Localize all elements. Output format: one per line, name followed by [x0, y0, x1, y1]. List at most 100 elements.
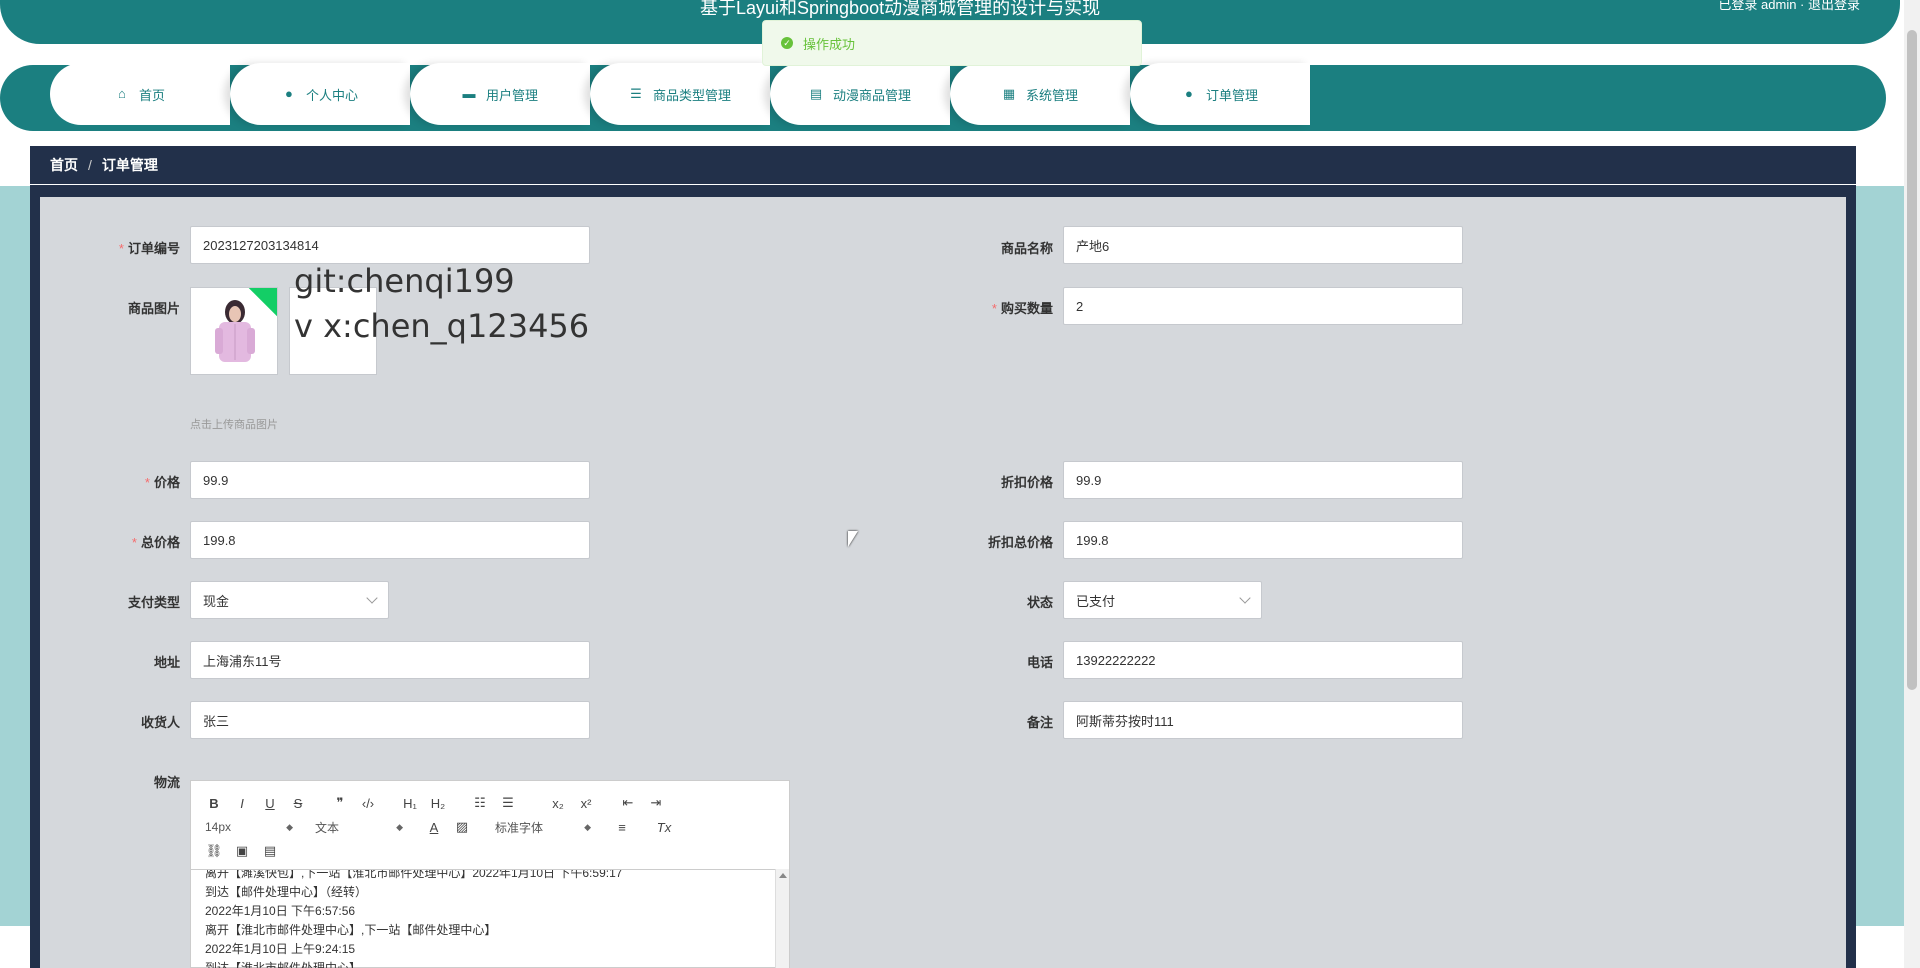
- nav-item-home[interactable]: ⌂ 首页: [50, 63, 230, 125]
- home-icon: ⌂: [118, 86, 126, 101]
- main-nav: ⌂ 首页 ● 个人中心 ▬ 用户管理 ☰ 商品类型管理 ▤ 动漫商品管理 ▦ 系统管理 ● 订…: [50, 63, 1310, 125]
- nav-label: 系统管理: [1025, 87, 1078, 103]
- mouse-cursor-icon: [848, 531, 858, 547]
- clipboard-icon: ▤: [809, 86, 823, 101]
- nav-item-profile[interactable]: ● 个人中心: [230, 63, 410, 125]
- total-price-label: * 总价格: [131, 535, 180, 550]
- chevron-down-icon: [366, 592, 378, 604]
- editor-line: 离开【濉溪快包】,下一站【淮北市邮件处理中心】2022年1月10日 下午6:59…: [205, 869, 623, 880]
- product-name-input[interactable]: 产地6: [1063, 226, 1463, 264]
- bullet-list-icon[interactable]: ☰: [499, 795, 517, 811]
- jacket-image: [215, 300, 255, 362]
- editor-line: 到达【淮北市邮件处理中心】: [205, 961, 362, 968]
- logistics-label: 物流: [153, 775, 180, 790]
- quantity-input[interactable]: 2: [1063, 287, 1463, 325]
- discount-price-input[interactable]: 99.9: [1063, 461, 1463, 499]
- ordered-list-icon[interactable]: ☷: [471, 795, 489, 811]
- outdent-icon[interactable]: ⇤: [619, 795, 637, 811]
- pay-type-value: 现金: [203, 593, 230, 609]
- upload-hint: 点击上传商品图片: [190, 419, 278, 431]
- underline-icon[interactable]: U: [261, 796, 279, 811]
- align-icon[interactable]: ≡: [613, 820, 631, 835]
- success-toast: ✓ 操作成功: [762, 20, 1142, 66]
- bold-icon[interactable]: B: [205, 796, 223, 811]
- price-label: * 价格: [144, 475, 180, 490]
- toast-message: 操作成功: [803, 36, 856, 52]
- receiver-label: 收货人: [140, 715, 180, 730]
- watermark-line-2: v x:chen_q123456: [294, 307, 590, 345]
- background-color-icon[interactable]: ▨: [453, 819, 471, 835]
- video-icon[interactable]: ▤: [261, 843, 279, 859]
- product-image-thumbnail[interactable]: [190, 287, 278, 375]
- product-name-label: 商品名称: [1000, 241, 1053, 256]
- nav-label: 用户管理: [485, 87, 538, 103]
- logistics-rich-editor: B I U S ❞ ‹/› H₁ H₂ ☷ ☰ x₂ x² ⇤ ⇥ 14px ◆ …: [190, 780, 790, 968]
- receiver-input[interactable]: 张三: [190, 701, 590, 739]
- breadcrumb-home[interactable]: 首页: [50, 155, 78, 175]
- pay-type-select[interactable]: 现金: [190, 581, 389, 619]
- font-color-icon[interactable]: A: [425, 820, 443, 835]
- editor-content[interactable]: 离开【濉溪快包】,下一站【淮北市邮件处理中心】2022年1月10日 下午6:59…: [191, 869, 777, 968]
- phone-input[interactable]: 13922222222: [1063, 641, 1463, 679]
- address-input[interactable]: 上海浦东11号: [190, 641, 590, 679]
- phone-label: 电话: [1026, 655, 1053, 670]
- font-size-select[interactable]: 14px ◆: [205, 820, 293, 834]
- pay-type-label: 支付类型: [127, 595, 180, 610]
- italic-icon[interactable]: I: [233, 796, 251, 811]
- user-icon: ●: [285, 86, 293, 101]
- sliders-icon: ☰: [630, 86, 642, 101]
- discount-total-input[interactable]: 199.8: [1063, 521, 1463, 559]
- link-icon[interactable]: ⛓: [205, 843, 223, 859]
- image-icon[interactable]: ▣: [233, 843, 251, 859]
- nav-item-users[interactable]: ▬ 用户管理: [410, 63, 590, 125]
- remark-label: 备注: [1026, 715, 1053, 730]
- nav-label: 订单管理: [1205, 87, 1258, 103]
- watermark-line-1: git:chenqi199: [294, 262, 515, 300]
- price-input[interactable]: 99.9: [190, 461, 590, 499]
- scroll-up-icon[interactable]: [779, 873, 787, 878]
- editor-scrollbar[interactable]: [775, 869, 789, 968]
- indent-icon[interactable]: ⇥: [647, 795, 665, 811]
- user-info[interactable]: 已登录 admin · 退出登录: [1718, 0, 1860, 13]
- superscript-icon[interactable]: x²: [577, 796, 595, 811]
- nav-item-system[interactable]: ▦ 系统管理: [950, 63, 1130, 125]
- total-price-input[interactable]: 199.8: [190, 521, 590, 559]
- clear-format-icon[interactable]: Tx: [655, 820, 673, 835]
- order-no-label: * 订单编号: [118, 241, 180, 256]
- order-no-input[interactable]: 2023127203134814: [190, 226, 590, 264]
- nav-item-orders[interactable]: ● 订单管理: [1130, 63, 1310, 125]
- grid-icon: ▦: [1002, 86, 1016, 101]
- page-scrollbar-thumb[interactable]: [1907, 30, 1917, 690]
- editor-line: 2022年1月10日 下午6:57:56: [205, 904, 356, 918]
- nav-item-category[interactable]: ☰ 商品类型管理: [590, 63, 770, 125]
- nav-label: 首页: [138, 87, 165, 103]
- strike-icon[interactable]: S: [289, 796, 307, 811]
- editor-toolbar-row-1: B I U S ❞ ‹/› H₁ H₂ ☷ ☰ x₂ x² ⇤ ⇥: [191, 791, 789, 815]
- code-icon[interactable]: ‹/›: [359, 796, 377, 811]
- nav-item-products[interactable]: ▤ 动漫商品管理: [770, 63, 950, 125]
- editor-line: 离开【淮北市邮件处理中心】,下一站【邮件处理中心】: [205, 923, 497, 937]
- product-image-label: 商品图片: [127, 301, 180, 316]
- heading-1-icon[interactable]: H₁: [401, 796, 419, 811]
- bulb-icon: ●: [1185, 86, 1193, 101]
- editor-line: 到达【邮件处理中心】（经转）: [205, 885, 368, 899]
- breadcrumb: 首页 / 订单管理: [30, 146, 1856, 184]
- nav-label: 个人中心: [305, 87, 358, 103]
- monitor-icon: ▬: [462, 86, 476, 101]
- quote-icon[interactable]: ❞: [331, 795, 349, 811]
- editor-line: 2022年1月10日 上午9:24:15: [205, 942, 356, 956]
- app-title: 基于Layui和Springboot动漫商城管理的设计与实现: [700, 0, 1101, 18]
- breadcrumb-current: 订单管理: [101, 157, 158, 173]
- remark-input[interactable]: 阿斯蒂芬按时111: [1063, 701, 1463, 739]
- nav-label: 动漫商品管理: [832, 87, 911, 103]
- font-family-select[interactable]: 标准字体 ◆: [495, 819, 591, 836]
- editor-toolbar-row-2: 14px ◆ 文本 ◆ A ▨ 标准字体 ◆ ≡ Tx: [191, 815, 789, 839]
- subscript-icon[interactable]: x₂: [549, 796, 567, 811]
- paragraph-select[interactable]: 文本 ◆: [315, 819, 403, 836]
- page-scrollbar[interactable]: [1904, 0, 1920, 968]
- heading-2-icon[interactable]: H₂: [429, 796, 447, 811]
- check-icon: ✓: [781, 37, 793, 49]
- discount-total-label: 折扣总价格: [987, 535, 1053, 550]
- status-select[interactable]: 已支付: [1063, 581, 1262, 619]
- chevron-down-icon: [1239, 592, 1251, 604]
